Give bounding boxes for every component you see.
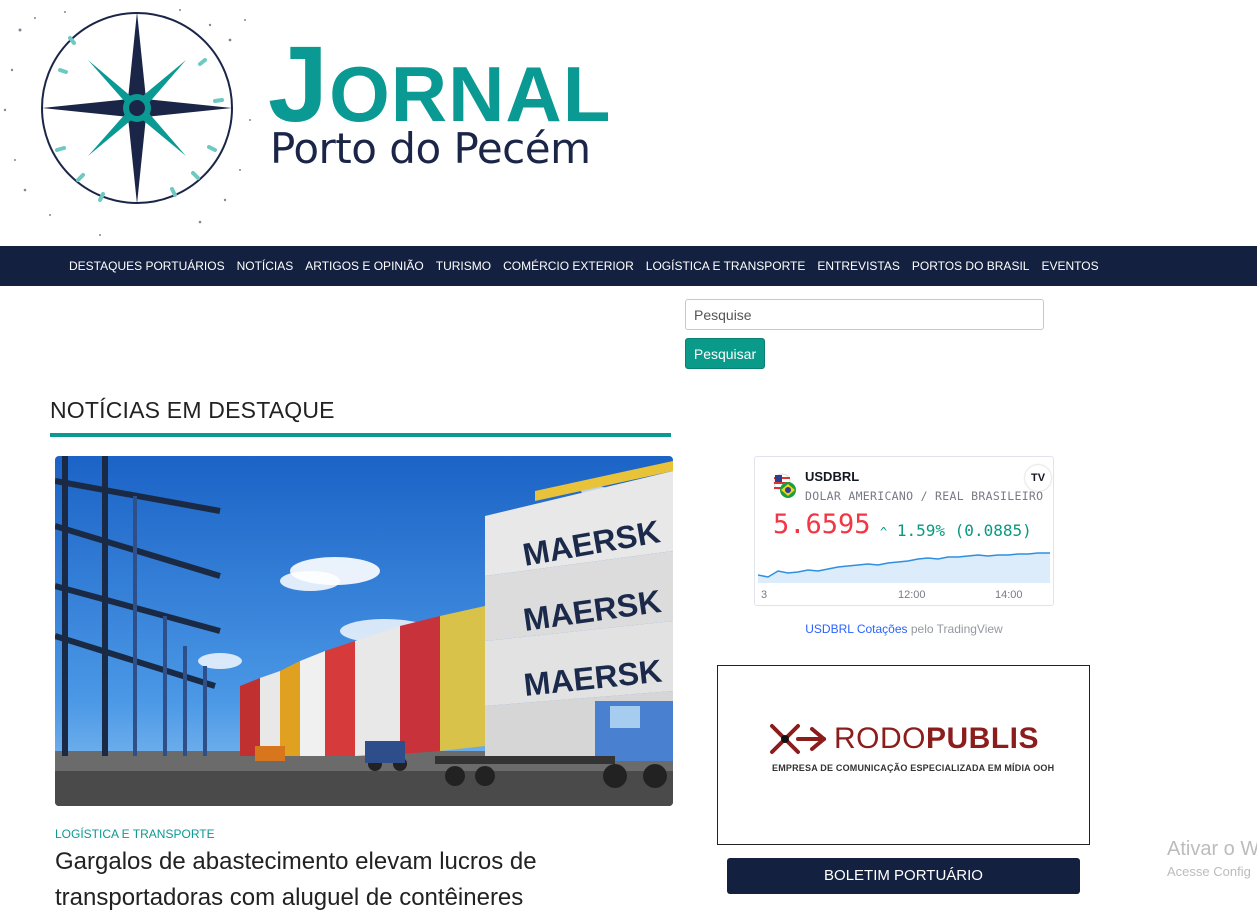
search-input[interactable] xyxy=(685,299,1044,330)
main-navbar: DESTAQUES PORTUÁRIOS NOTÍCIAS ARTIGOS E … xyxy=(0,246,1257,286)
news-headline-link[interactable]: Gargalos de abastecimento elevam lucros … xyxy=(55,844,655,916)
ticker-change: ^ 1.59% (0.0885) xyxy=(880,521,1032,540)
site-subtitle[interactable]: Porto do Pecém xyxy=(270,124,591,173)
activation-watermark-subtitle: Acesse Config xyxy=(1167,864,1251,879)
site-title[interactable]: JORNAL xyxy=(268,30,611,138)
usd-brl-flags-icon xyxy=(773,473,796,498)
boletim-portuario-button[interactable]: BOLETIM PORTUÁRIO xyxy=(727,858,1080,894)
activation-watermark-title: Ativar o W xyxy=(1167,838,1257,860)
nav-item-entrevistas[interactable]: ENTREVISTAS xyxy=(811,259,905,273)
ticker-credit-link[interactable]: USDBRL Cotações xyxy=(805,622,907,636)
ticker-credit-text: pelo TradingView xyxy=(907,622,1003,636)
nav-item-comercio[interactable]: COMÉRCIO EXTERIOR xyxy=(497,259,640,273)
nav-item-logistica[interactable]: LOGÍSTICA E TRANSPORTE xyxy=(640,259,812,273)
nav-item-portos[interactable]: PORTOS DO BRASIL xyxy=(906,259,1036,273)
ticker-axis-label: 3 xyxy=(761,589,768,601)
ticker-description: DOLAR AMERICANO / REAL BRASILEIRO xyxy=(805,489,1044,503)
rodopublis-brand-bold: PUBLIS xyxy=(926,722,1040,755)
section-divider xyxy=(50,433,671,437)
nav-item-turismo[interactable]: TURISMO xyxy=(430,259,497,273)
tradingview-icon[interactable]: TV xyxy=(1025,465,1051,491)
nav-list: DESTAQUES PORTUÁRIOS NOTÍCIAS ARTIGOS E … xyxy=(63,246,1105,286)
news-category-link[interactable]: LOGÍSTICA E TRANSPORTE xyxy=(55,827,215,841)
section-title: NOTÍCIAS EM DESTAQUE xyxy=(50,397,335,423)
ticker-price: 5.6595 xyxy=(773,509,871,540)
nav-item-eventos[interactable]: EVENTOS xyxy=(1035,259,1104,273)
rodopublis-brand-thin: RODO xyxy=(834,722,926,755)
ticker-axis-label: 14:00 xyxy=(995,589,1023,601)
nav-item-noticias[interactable]: NOTÍCIAS xyxy=(231,259,300,273)
nav-item-artigos[interactable]: ARTIGOS E OPINIÃO xyxy=(299,259,429,273)
ticker-change-value: 1.59% (0.0885) xyxy=(896,521,1032,540)
nav-item-destaques[interactable]: DESTAQUES PORTUÁRIOS xyxy=(63,259,231,273)
rodopublis-tagline: EMPRESA DE COMUNICAÇÃO ESPECIALIZADA EM … xyxy=(772,763,1055,773)
ticker-axis-label: 12:00 xyxy=(898,589,926,601)
compass-logo-icon[interactable] xyxy=(0,0,255,245)
featured-news-image[interactable]: MAERSK MAERSK MAERSK xyxy=(55,456,673,806)
ticker-credit: USDBRL Cotações pelo TradingView xyxy=(754,622,1054,636)
arrow-up-icon: ^ xyxy=(880,525,888,539)
search-button[interactable]: Pesquisar xyxy=(685,338,765,369)
rodopublis-brand: RODOPUBLIS xyxy=(834,722,1039,756)
currency-ticker-widget[interactable]: USDBRL DOLAR AMERICANO / REAL BRASILEIRO… xyxy=(754,456,1054,606)
rodopublis-ad[interactable]: RODOPUBLIS EMPRESA DE COMUNICAÇÃO ESPECI… xyxy=(717,665,1090,845)
rodopublis-logo-icon xyxy=(770,724,826,754)
site-header: JORNAL Porto do Pecém xyxy=(0,0,1257,246)
ticker-symbol: USDBRL xyxy=(805,469,860,484)
ticker-sparkline xyxy=(758,552,1050,583)
